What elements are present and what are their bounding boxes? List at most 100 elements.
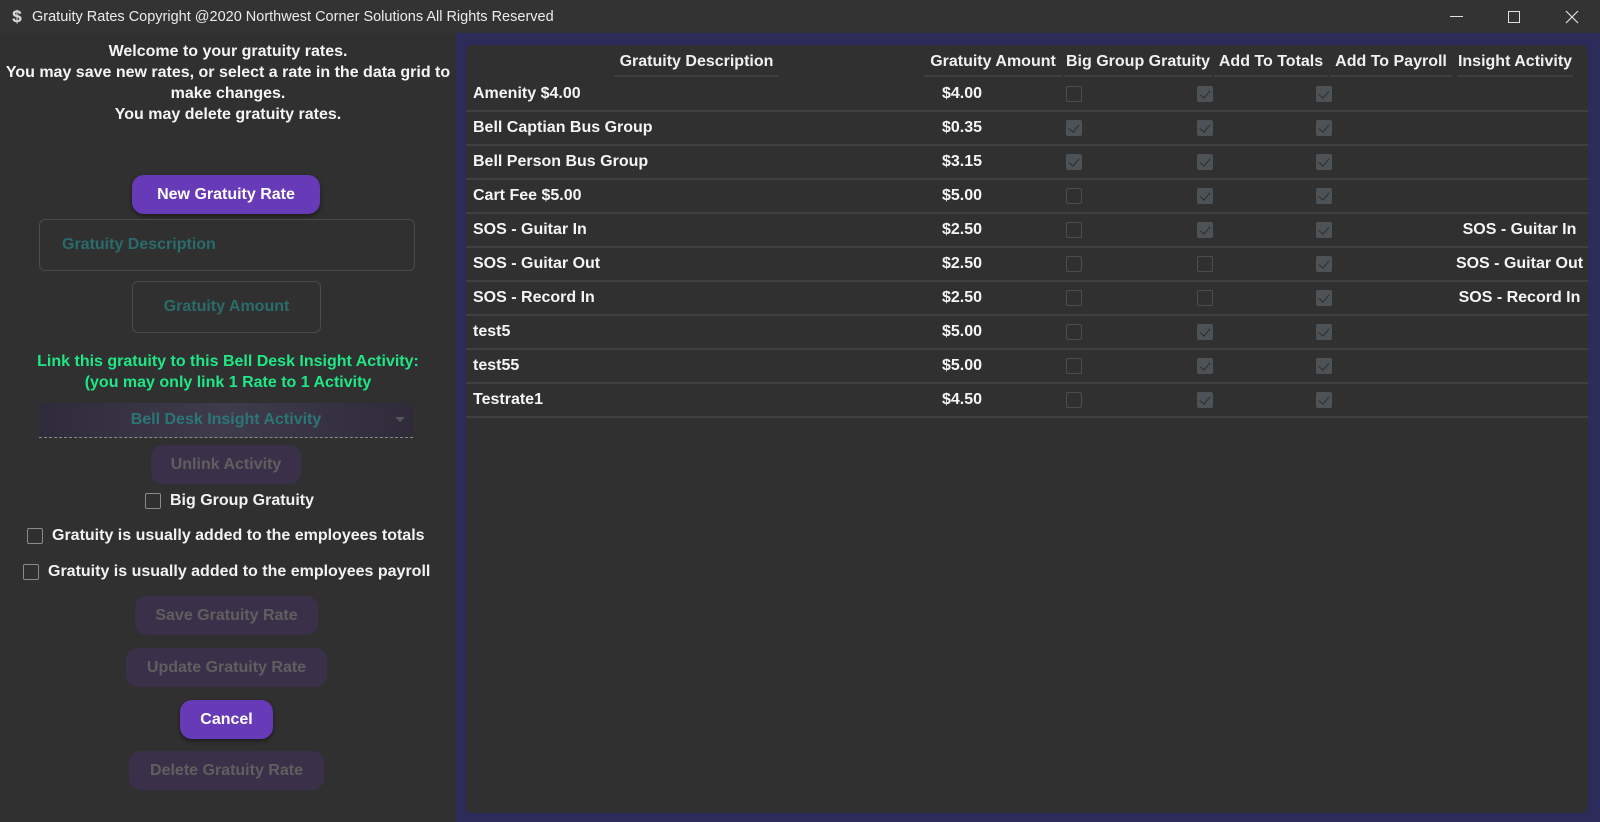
- cell-amount: $0.35: [941, 119, 983, 136]
- gratuity-description-input[interactable]: Gratuity Description: [39, 219, 415, 271]
- cell-description: SOS - Record In: [473, 289, 595, 306]
- cell-add-to-totals-checkbox: [1193, 384, 1217, 416]
- table-row[interactable]: test5 $5.00: [466, 316, 1588, 350]
- update-gratuity-rate-button[interactable]: Update Gratuity Rate: [126, 648, 327, 687]
- table-row[interactable]: test55 $5.00: [466, 350, 1588, 384]
- cell-add-to-payroll-checkbox: [1312, 350, 1336, 382]
- add-to-totals-checkbox[interactable]: [1197, 256, 1213, 272]
- totals-checkbox-row[interactable]: Gratuity is usually added to the employe…: [27, 527, 425, 545]
- window-title: Gratuity Rates Copyright @2020 Northwest…: [32, 8, 554, 25]
- cell-description: Bell Person Bus Group: [473, 153, 649, 170]
- big-group-checkbox[interactable]: [1066, 256, 1082, 272]
- cell-add-to-totals-checkbox: [1193, 180, 1217, 212]
- cell-description: test55: [473, 357, 520, 374]
- table-row[interactable]: Bell Captian Bus Group $0.35: [466, 112, 1588, 146]
- add-to-totals-checkbox[interactable]: [27, 528, 43, 544]
- cell-add-to-payroll-checkbox: [1312, 146, 1336, 178]
- cell-big-group-checkbox: [1062, 282, 1086, 314]
- cell-amount: $4.00: [941, 85, 983, 102]
- cell-description: test5: [473, 323, 511, 340]
- add-to-totals-checkbox[interactable]: [1197, 324, 1213, 340]
- delete-gratuity-rate-button[interactable]: Delete Gratuity Rate: [129, 751, 324, 790]
- payroll-checkbox-row[interactable]: Gratuity is usually added to the employe…: [23, 563, 430, 581]
- cell-insight-activity: [1451, 112, 1588, 144]
- add-to-payroll-checkbox[interactable]: [1316, 358, 1332, 374]
- cell-insight-activity: [1451, 350, 1588, 382]
- add-to-totals-checkbox[interactable]: [1197, 358, 1213, 374]
- cell-big-group-checkbox: [1062, 146, 1086, 178]
- cell-description: Bell Captian Bus Group: [473, 119, 653, 136]
- big-group-label: Big Group Gratuity: [170, 492, 314, 509]
- add-to-totals-checkbox[interactable]: [1197, 188, 1213, 204]
- big-group-checkbox-row[interactable]: Big Group Gratuity: [145, 492, 314, 510]
- minimize-button[interactable]: [1427, 0, 1485, 33]
- close-icon: [1565, 10, 1579, 23]
- welcome-text: Welcome to your gratuity rates. You may …: [0, 41, 456, 125]
- big-group-checkbox[interactable]: [1066, 154, 1082, 170]
- add-to-payroll-checkbox[interactable]: [1316, 222, 1332, 238]
- add-to-payroll-checkbox[interactable]: [1316, 86, 1332, 102]
- maximize-button[interactable]: [1485, 0, 1543, 33]
- add-to-totals-checkbox[interactable]: [1197, 154, 1213, 170]
- save-gratuity-rate-button[interactable]: Save Gratuity Rate: [135, 596, 318, 635]
- cancel-button[interactable]: Cancel: [180, 700, 273, 739]
- add-to-totals-checkbox[interactable]: [1197, 290, 1213, 306]
- add-to-payroll-checkbox[interactable]: [1316, 256, 1332, 272]
- add-to-totals-checkbox[interactable]: [1197, 120, 1213, 136]
- maximize-icon: [1508, 10, 1520, 23]
- welcome-line: You may delete gratuity rates.: [114, 106, 342, 123]
- add-to-totals-checkbox[interactable]: [1197, 222, 1213, 238]
- add-to-payroll-checkbox[interactable]: [23, 564, 39, 580]
- big-group-checkbox[interactable]: [1066, 290, 1082, 306]
- add-to-payroll-checkbox[interactable]: [1316, 154, 1332, 170]
- big-group-checkbox[interactable]: [1066, 222, 1082, 238]
- cell-amount: $2.50: [941, 255, 983, 272]
- big-group-checkbox[interactable]: [1066, 358, 1082, 374]
- add-to-totals-checkbox[interactable]: [1197, 86, 1213, 102]
- table-row[interactable]: Amenity $4.00 $4.00: [466, 78, 1588, 112]
- column-header-insight-activity[interactable]: Insight Activity: [1457, 47, 1573, 77]
- add-to-payroll-checkbox[interactable]: [1316, 392, 1332, 408]
- big-group-checkbox[interactable]: [1066, 392, 1082, 408]
- close-button[interactable]: [1543, 0, 1600, 33]
- cell-description: Cart Fee $5.00: [473, 187, 582, 204]
- combo-placeholder: Bell Desk Insight Activity: [130, 411, 322, 428]
- link-label-line: Link this gratuity to this Bell Desk Ins…: [37, 353, 419, 370]
- add-to-payroll-checkbox[interactable]: [1316, 188, 1332, 204]
- big-group-checkbox[interactable]: [1066, 324, 1082, 340]
- insight-activity-combo[interactable]: Bell Desk Insight Activity: [39, 403, 413, 438]
- new-gratuity-rate-button[interactable]: New Gratuity Rate: [132, 175, 320, 214]
- add-to-payroll-checkbox[interactable]: [1316, 290, 1332, 306]
- table-row[interactable]: SOS - Record In $2.50 SOS - Record In: [466, 282, 1588, 316]
- big-group-checkbox[interactable]: [1066, 188, 1082, 204]
- column-header-add-to-totals[interactable]: Add To Totals: [1214, 47, 1328, 77]
- link-activity-label: Link this gratuity to this Bell Desk Ins…: [0, 351, 456, 393]
- unlink-activity-button[interactable]: Unlink Activity: [151, 445, 301, 484]
- column-header-big-group[interactable]: Big Group Gratuity: [1064, 47, 1212, 77]
- add-to-payroll-checkbox[interactable]: [1316, 120, 1332, 136]
- link-label-line: (you may only link 1 Rate to 1 Activity: [84, 374, 372, 391]
- table-row[interactable]: SOS - Guitar Out $2.50 SOS - Guitar Out: [466, 248, 1588, 282]
- add-to-totals-label: Gratuity is usually added to the employe…: [52, 527, 425, 544]
- table-row[interactable]: Testrate1 $4.50: [466, 384, 1588, 418]
- cell-big-group-checkbox: [1062, 316, 1086, 348]
- add-to-payroll-checkbox[interactable]: [1316, 324, 1332, 340]
- cell-add-to-totals-checkbox: [1193, 248, 1217, 280]
- cell-add-to-payroll-checkbox: [1312, 214, 1336, 246]
- table-row[interactable]: Cart Fee $5.00 $5.00: [466, 180, 1588, 214]
- cell-big-group-checkbox: [1062, 214, 1086, 246]
- column-header-add-to-payroll[interactable]: Add To Payroll: [1330, 47, 1452, 77]
- dollar-icon: $: [12, 6, 22, 26]
- cell-big-group-checkbox: [1062, 384, 1086, 416]
- cell-insight-activity: SOS - Guitar Out: [1455, 255, 1584, 272]
- column-header-amount[interactable]: Gratuity Amount: [924, 47, 1062, 77]
- big-group-checkbox[interactable]: [1066, 120, 1082, 136]
- big-group-checkbox[interactable]: [145, 493, 161, 509]
- gratuity-amount-input[interactable]: Gratuity Amount: [132, 281, 321, 333]
- cell-add-to-totals-checkbox: [1193, 282, 1217, 314]
- add-to-totals-checkbox[interactable]: [1197, 392, 1213, 408]
- table-row[interactable]: SOS - Guitar In $2.50 SOS - Guitar In: [466, 214, 1588, 248]
- column-header-description[interactable]: Gratuity Description: [614, 47, 779, 77]
- table-row[interactable]: Bell Person Bus Group $3.15: [466, 146, 1588, 180]
- big-group-checkbox[interactable]: [1066, 86, 1082, 102]
